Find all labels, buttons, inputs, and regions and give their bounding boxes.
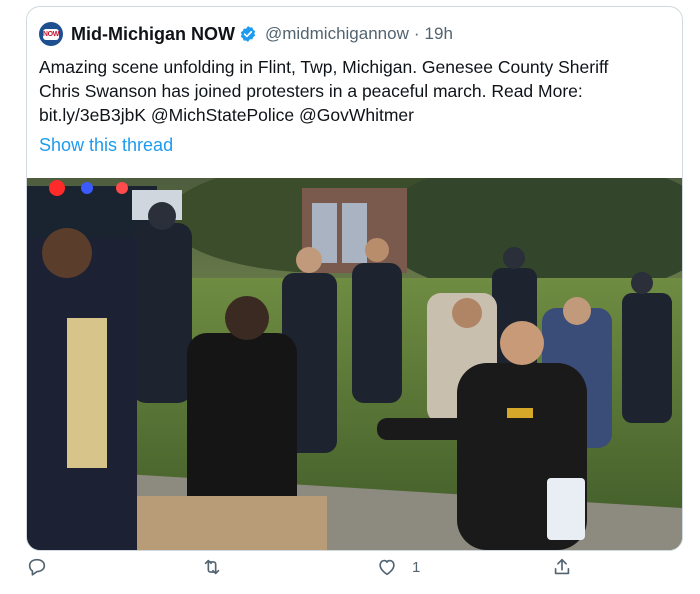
like-count: 1 — [412, 558, 421, 576]
heart-icon — [379, 559, 395, 576]
share-button[interactable] — [551, 556, 573, 578]
avatar-logo: NOW — [42, 28, 60, 40]
like-button[interactable]: 1 — [376, 556, 420, 578]
avatar[interactable]: NOW — [39, 22, 63, 46]
tweet-header: NOW Mid-Michigan NOW @midmichigannow · 1… — [39, 21, 453, 47]
share-icon — [554, 558, 570, 575]
reply-button[interactable] — [26, 556, 48, 578]
verified-badge-icon — [240, 26, 256, 42]
tweet-text-line: Chris Swanson has joined protesters in a… — [39, 81, 583, 101]
retweet-icon — [204, 559, 220, 575]
author-handle[interactable]: @midmichigannow — [265, 24, 409, 44]
tweet-card[interactable]: NOW Mid-Michigan NOW @midmichigannow · 1… — [26, 6, 683, 551]
retweet-button[interactable] — [201, 556, 223, 578]
separator-dot: · — [413, 24, 420, 43]
video-frame-image — [27, 178, 682, 550]
show-thread-link[interactable]: Show this thread — [39, 135, 173, 156]
tweet-video[interactable] — [27, 178, 682, 550]
reply-icon — [28, 558, 46, 576]
author-name[interactable]: Mid-Michigan NOW — [71, 24, 235, 45]
tweet-timestamp[interactable]: 19h — [425, 24, 453, 44]
tweet-actions: 1 — [26, 556, 586, 588]
tweet-text-line: Amazing scene unfolding in Flint, Twp, M… — [39, 57, 609, 77]
tweet-text: Amazing scene unfolding in Flint, Twp, M… — [39, 55, 669, 127]
tweet-text-line[interactable]: bit.ly/3eB3jbK @MichStatePolice @GovWhit… — [39, 103, 669, 127]
